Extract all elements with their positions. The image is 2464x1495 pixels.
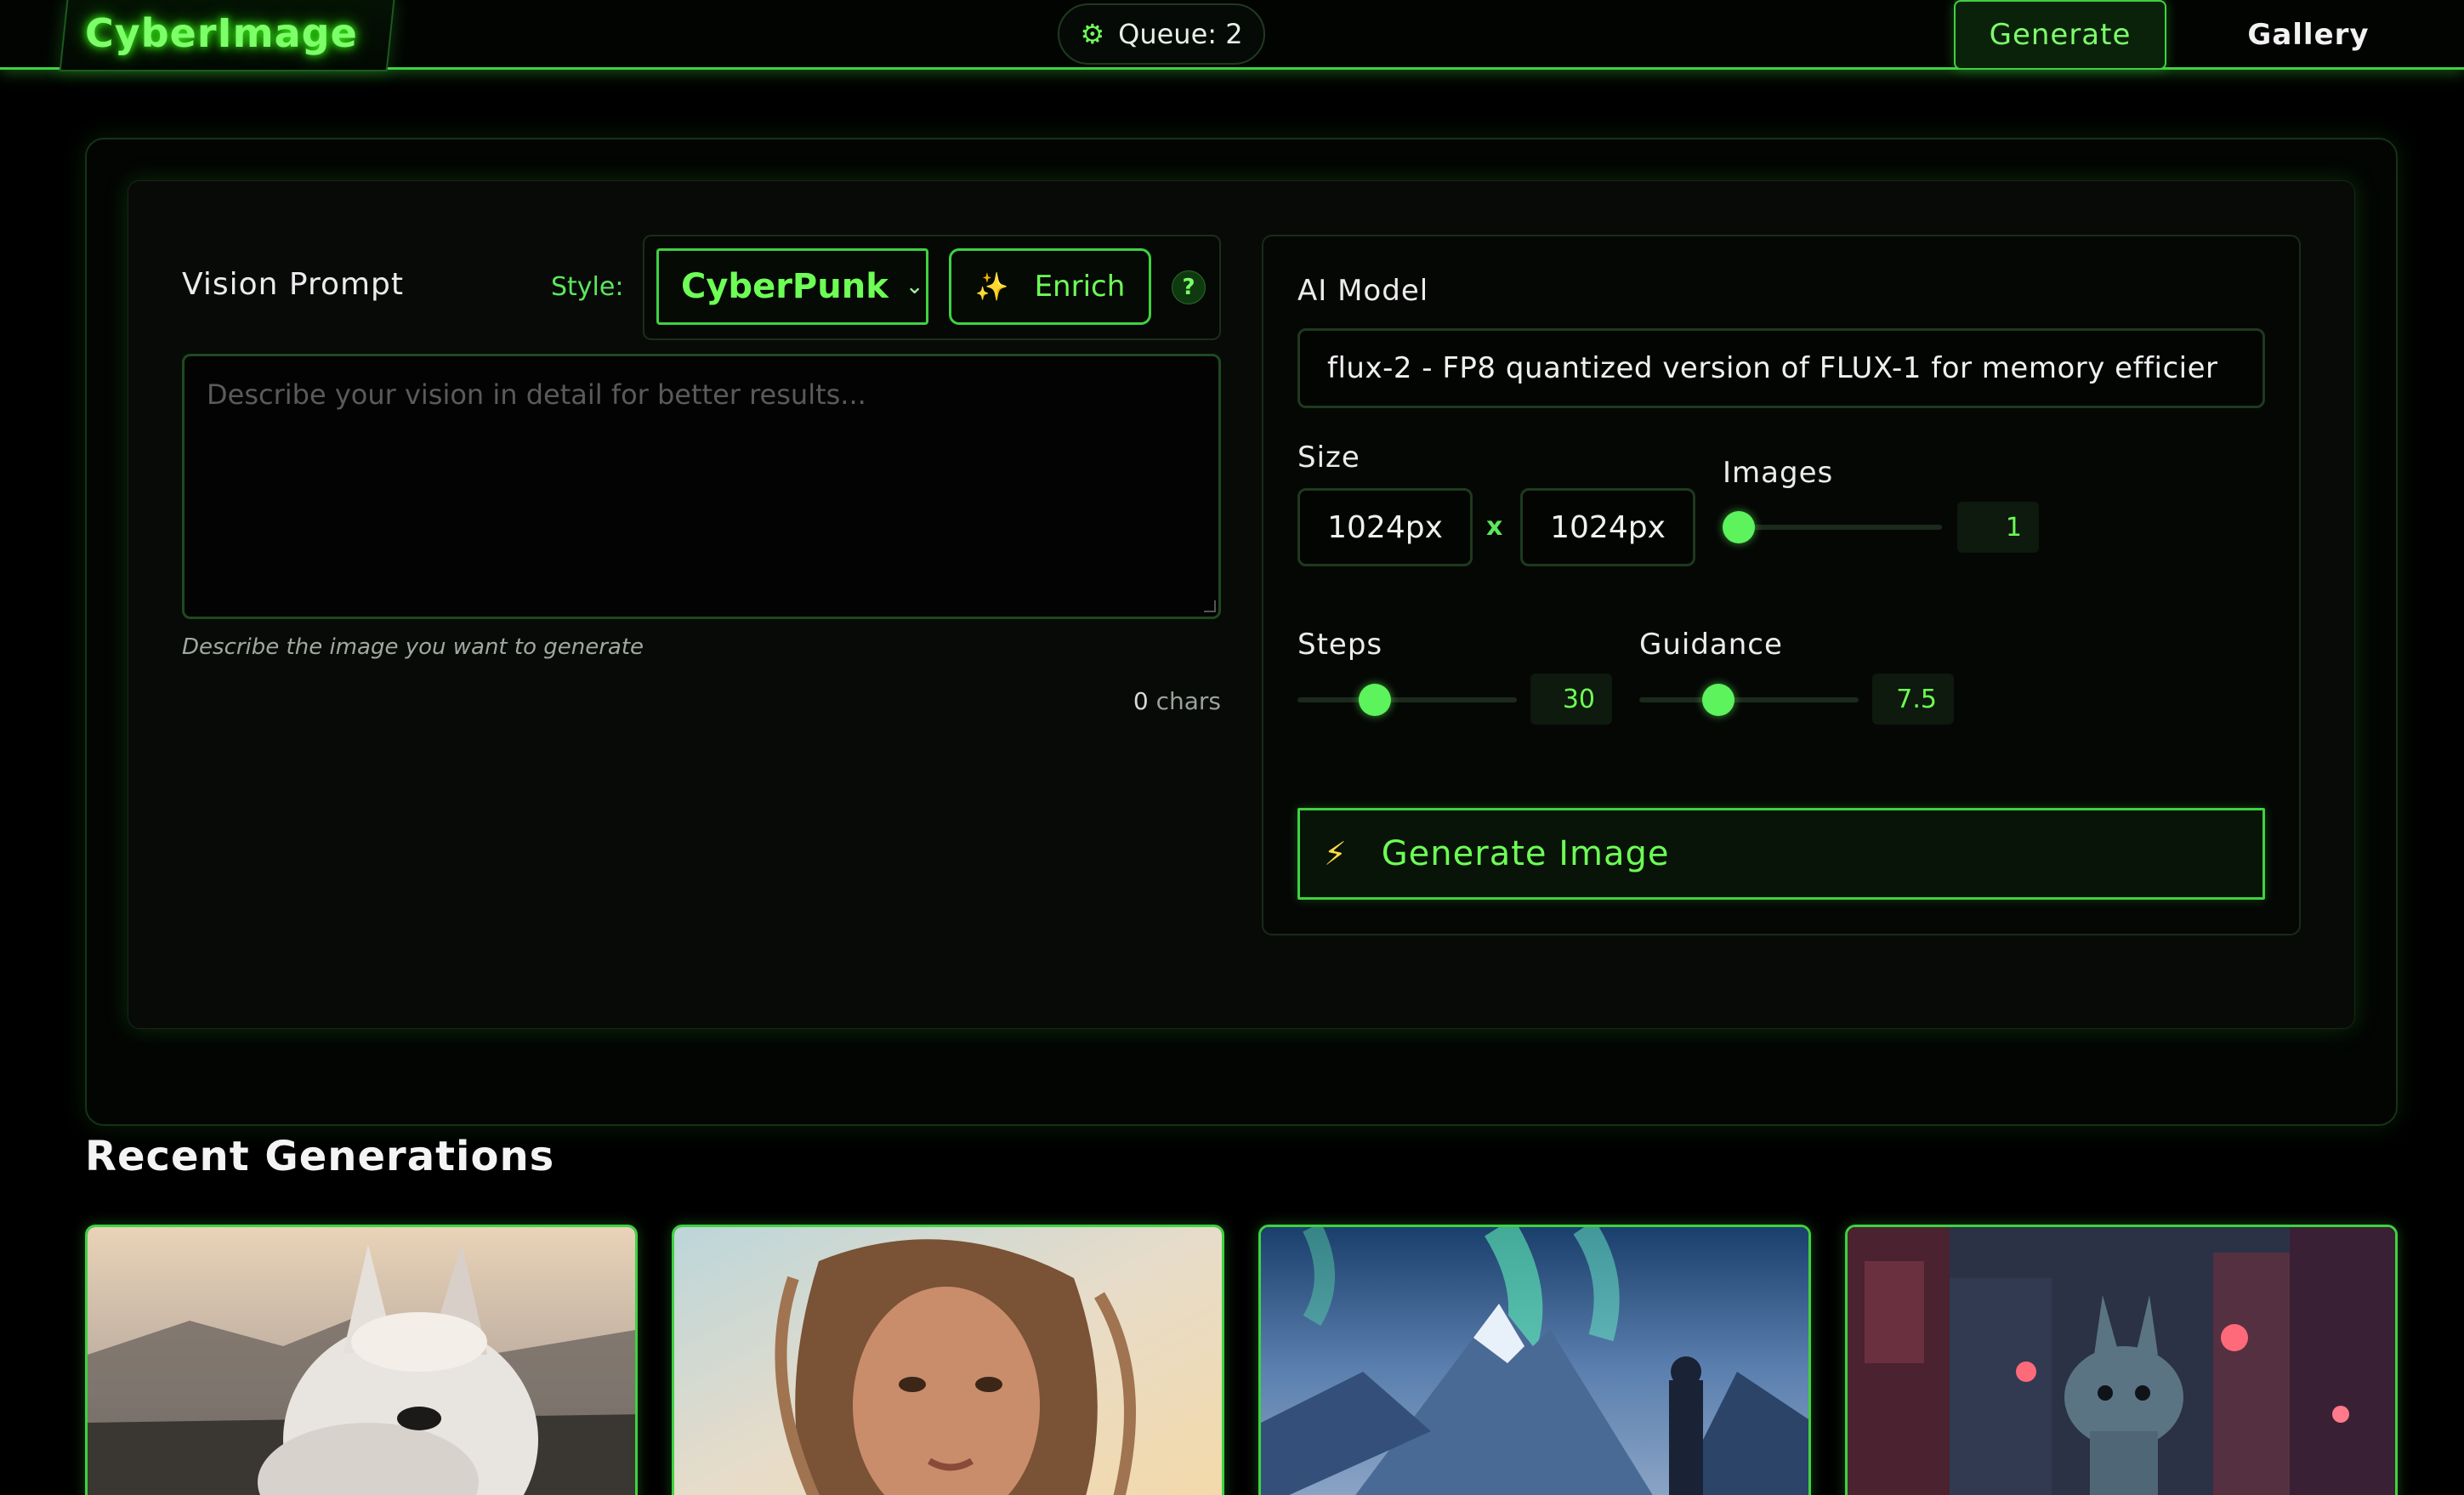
char-count: 0 — [1133, 687, 1149, 715]
enrich-button[interactable]: ✨ Enrich — [949, 248, 1151, 325]
recent-image-woman-portrait[interactable] — [672, 1225, 1224, 1495]
vision-prompt-label: Vision Prompt — [182, 267, 405, 302]
recent-generations-title: Recent Generations — [85, 1133, 555, 1180]
queue-indicator[interactable]: ⚙ Queue: 2 — [1058, 3, 1265, 65]
images-slider-track[interactable] — [1723, 525, 1942, 530]
steps-value[interactable]: 30 — [1530, 674, 1612, 725]
chars-suffix: chars — [1155, 687, 1221, 715]
nav-gallery-link[interactable]: Gallery — [2211, 0, 2406, 70]
enrich-label: Enrich — [1034, 270, 1126, 304]
images-value[interactable]: 1 — [1957, 502, 2039, 553]
lightning-icon: ⚡ — [1324, 835, 1348, 873]
size-separator: x — [1486, 512, 1503, 542]
chevron-down-icon: ⌄ — [905, 274, 924, 299]
recent-image-llama-street[interactable] — [1845, 1225, 2398, 1495]
app-logo[interactable]: CyberImage — [85, 10, 358, 56]
width-input[interactable]: 1024px — [1297, 488, 1473, 566]
resize-handle-icon[interactable] — [1204, 600, 1216, 612]
images-label: Images — [1723, 456, 1834, 490]
steps-slider-track[interactable] — [1297, 697, 1517, 702]
guidance-slider-thumb[interactable] — [1702, 684, 1734, 716]
ai-model-label: AI Model — [1297, 274, 1429, 308]
generate-image-button[interactable]: ⚡ Generate Image — [1297, 808, 2265, 900]
prompt-textarea[interactable] — [182, 354, 1221, 619]
recent-image-llama-portrait[interactable] — [85, 1225, 638, 1495]
gear-icon: ⚙ — [1080, 18, 1105, 50]
woman-portrait-image — [674, 1227, 1222, 1495]
style-dropdown[interactable]: CyberPunk ⌄ — [656, 248, 928, 325]
sparkles-icon: ✨ — [974, 270, 1009, 303]
style-dropdown-value: CyberPunk — [681, 267, 889, 306]
llama-street-image — [1848, 1227, 2395, 1495]
char-counter: 0 chars — [1105, 687, 1221, 715]
generate-image-label: Generate Image — [1381, 834, 1670, 873]
size-label: Size — [1297, 441, 1360, 475]
prompt-helper-text: Describe the image you want to generate — [182, 634, 644, 660]
images-slider-thumb[interactable] — [1723, 511, 1755, 543]
steps-label: Steps — [1297, 628, 1383, 662]
ai-model-value: flux-2 - FP8 quantized version of FLUX-1… — [1327, 351, 2218, 385]
recent-image-aurora-mountain[interactable] — [1258, 1225, 1811, 1495]
height-input[interactable]: 1024px — [1520, 488, 1695, 566]
ai-model-select[interactable]: flux-2 - FP8 quantized version of FLUX-1… — [1297, 328, 2265, 408]
guidance-label: Guidance — [1639, 628, 1783, 662]
queue-label: Queue: 2 — [1118, 18, 1243, 50]
help-icon[interactable]: ? — [1172, 270, 1206, 304]
guidance-slider-track[interactable] — [1639, 697, 1859, 702]
guidance-value[interactable]: 7.5 — [1872, 674, 1954, 725]
nav-generate-button[interactable]: Generate — [1954, 0, 2166, 70]
steps-slider-thumb[interactable] — [1359, 684, 1391, 716]
style-label: Style: — [551, 272, 624, 302]
aurora-mountain-image — [1261, 1227, 1808, 1495]
llama-portrait-image — [88, 1227, 635, 1495]
